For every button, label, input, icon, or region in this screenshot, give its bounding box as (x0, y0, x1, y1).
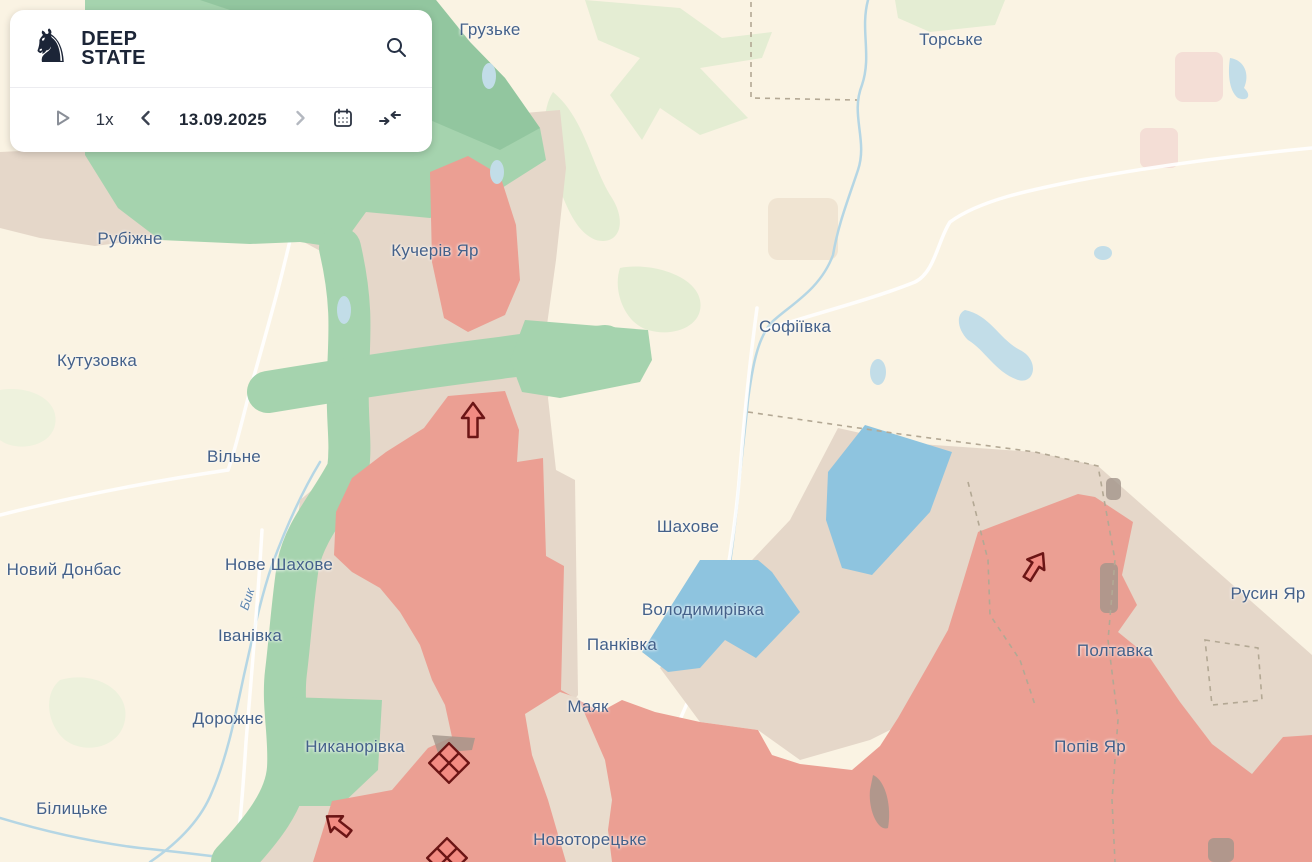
speed-button[interactable]: 1x (96, 110, 114, 130)
search-icon (384, 35, 408, 62)
map-label-nykanorivka: Никанорівка (305, 737, 405, 757)
search-button[interactable] (384, 35, 408, 62)
map-label-nove-shakhove: Нове Шахове (225, 555, 333, 575)
calendar-icon (332, 107, 354, 132)
map-label-sofiivka: Софіївка (759, 317, 831, 337)
map-label-novyi-donbas: Новий Донбас (7, 560, 122, 580)
map-label-volodymyrivka: Володимирівка (642, 600, 764, 620)
current-date[interactable]: 13.09.2025 (179, 110, 267, 130)
map-label-poltavka: Полтавка (1077, 641, 1153, 661)
map-label-gruzke: Грузьке (459, 20, 520, 40)
map-label-kutuzovka: Кутузовка (57, 351, 137, 371)
map-label-vilne: Вільне (207, 447, 261, 467)
map-label-kucheriv-yar: Кучерів Яр (391, 241, 478, 261)
control-panel: ♞ DEEP STATE 1x (10, 10, 432, 152)
map-label-popiv-yar: Попів Яр (1054, 737, 1126, 757)
chevron-right-icon (291, 109, 309, 130)
collapse-timeline-button[interactable] (378, 107, 402, 132)
map-label-ivanivka: Іванівка (218, 626, 282, 646)
play-icon (54, 109, 72, 130)
previous-day-button[interactable] (137, 109, 155, 130)
brand-line1: DEEP (81, 30, 146, 49)
chevron-left-icon (137, 109, 155, 130)
map-label-torske: Торське (919, 30, 983, 50)
map-canvas[interactable]: { "app": { "brand_line1": "DEEP", "brand… (0, 0, 1312, 862)
map-label-bilytske: Білицьке (36, 799, 108, 819)
calendar-button[interactable] (332, 107, 354, 132)
brand-line2: STATE (81, 49, 146, 68)
map-label-rusyn-yar: Русин Яр (1230, 584, 1305, 604)
collapse-arrows-icon (378, 107, 402, 132)
map-label-shakhove: Шахове (657, 517, 719, 537)
knight-logo-icon: ♞ (30, 23, 71, 69)
map-label-pankivka: Панківка (587, 635, 657, 655)
brand-logo: DEEP STATE (81, 30, 146, 68)
next-day-button[interactable] (291, 109, 309, 130)
map-label-rubizhne: Рубіжне (97, 229, 162, 249)
map-label-novotoretske: Новоторецьке (533, 830, 647, 850)
play-button[interactable] (54, 109, 72, 130)
map-label-dorozhnie: Дорожнє (193, 709, 264, 729)
map-label-maiak: Маяк (567, 697, 608, 717)
